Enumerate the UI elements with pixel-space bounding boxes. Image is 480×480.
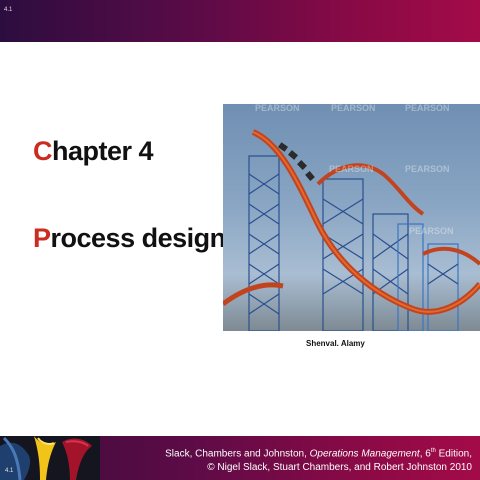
roller-coaster-photo: PEARSON PEARSON PEARSON PEARSON PEARSON … [223,104,480,331]
footer-edition-prefix: , 6 [419,448,431,460]
chapter-title-rest: hapter 4 [52,136,154,166]
footer-authors: Slack, Chambers and Johnston, [165,448,310,460]
watermark-text: PEARSON [329,164,374,174]
slide-number-top: 4.1 [4,7,13,13]
topic-title: Process design [33,223,226,254]
chapter-title: Chapter 4 [33,136,154,167]
paint-pour-logo [0,436,100,480]
watermark-text: PEARSON [255,104,300,113]
slide-number-bottom: 4.1 [5,468,14,474]
watermark-text: PEARSON [405,104,450,113]
chapter-title-initial: C [33,136,53,166]
watermark-text: PEARSON [331,104,376,113]
roller-coaster-illustration: PEARSON PEARSON PEARSON PEARSON PEARSON … [223,104,480,331]
footer-copyright: © Nigel Slack, Stuart Chambers, and Robe… [207,462,472,474]
topic-title-initial: P [33,223,51,253]
photo-caption: Shenval. Alamy [306,339,365,348]
footer-edition-suffix: Edition, [435,448,472,460]
header-bar: 4.1 [0,0,480,42]
watermark-text: PEARSON [405,164,450,174]
footer-line-1: Slack, Chambers and Johnston, Operations… [152,444,472,461]
footer-book-title: Operations Management [309,448,420,460]
watermark-text: PEARSON [409,226,454,236]
footer-citation: Slack, Chambers and Johnston, Operations… [152,444,472,475]
topic-title-rest: rocess design [50,223,227,253]
